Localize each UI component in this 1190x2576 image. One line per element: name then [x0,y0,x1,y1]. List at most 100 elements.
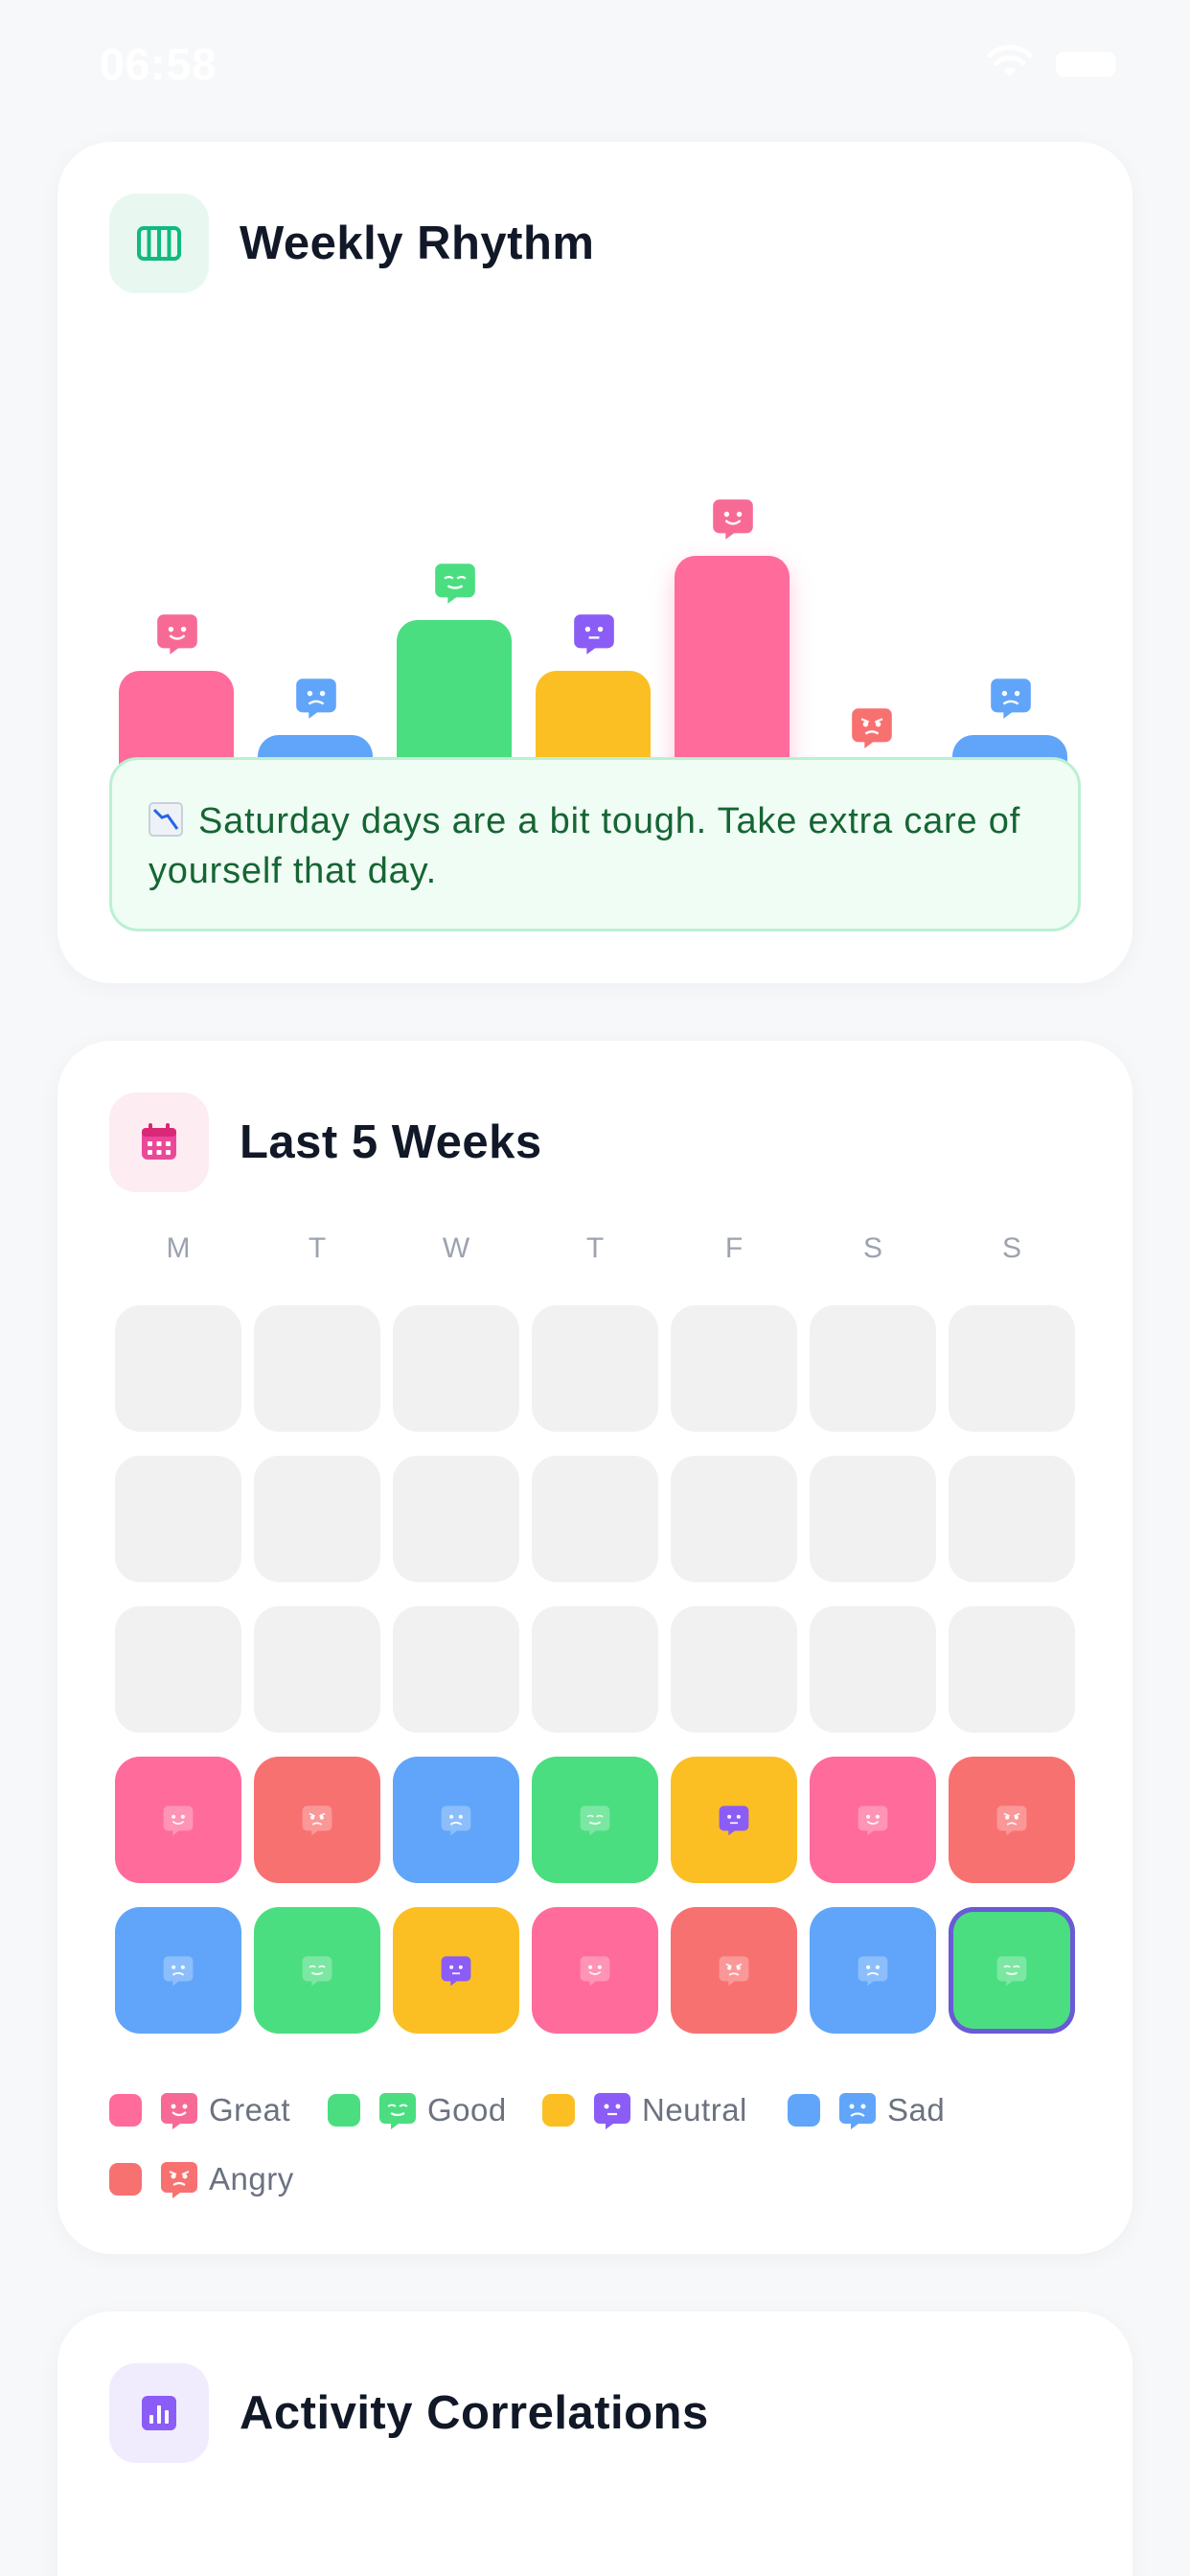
calendar-cell[interactable] [671,1757,797,1883]
angry-mood-icon [302,1806,332,1836]
sad-mood-icon [858,1956,888,1987]
calendar-cell [949,1456,1075,1582]
calendar-cell [393,1305,519,1432]
good-mood-icon [302,1956,332,1987]
calendar-cell[interactable] [115,1757,241,1883]
calendar-cell[interactable] [115,1907,241,2034]
good-mood-icon [378,2090,427,2130]
calendar-cell[interactable] [254,1907,380,2034]
activity-correlations-header: Activity Correlations [109,2363,709,2463]
weekly-rhythm-header: Weekly Rhythm [109,194,594,293]
calendar-cell[interactable] [532,1907,658,2034]
last-weeks-header: Last 5 Weeks [109,1092,542,1192]
neutral-mood-icon [572,611,616,656]
great-mood-icon [159,2090,209,2130]
calendar-cell [532,1456,658,1582]
status-bar: 06:58 [0,0,1190,125]
legend-label: Neutral [642,2092,747,2128]
calendar-cell [949,1305,1075,1432]
weekly-rhythm-title: Weekly Rhythm [240,218,595,269]
calendar-cell [393,1456,519,1582]
weekly-rhythm-card: Weekly Rhythm MonTueWedThuFriSatSun Satu… [57,142,1133,983]
calendar-cell [532,1305,658,1432]
calendar-cell[interactable] [949,1907,1075,2034]
status-time: 06:58 [100,39,217,89]
legend-item-angry: Angry [109,2156,294,2202]
calendar-cell[interactable] [671,1907,797,2034]
calendar-cell[interactable] [810,1907,936,2034]
calendar-cell [671,1456,797,1582]
legend-swatch [788,2094,820,2127]
great-mood-icon [580,1956,610,1987]
calendar-cell[interactable] [393,1907,519,2034]
calendar-cell [115,1456,241,1582]
bar-column-tue: Tue [258,353,373,848]
great-mood-icon [163,1806,194,1836]
activity-correlations-title: Activity Correlations [240,2387,709,2439]
mood-bar[interactable] [675,556,790,786]
sad-mood-icon [989,676,1033,720]
neutral-mood-icon [592,2090,642,2130]
legend-label: Great [209,2092,291,2128]
calendar-cell [254,1606,380,1733]
calendar-cell[interactable] [254,1757,380,1883]
bar-column-fri: Fri [675,353,790,848]
bar-column-wed: Wed [397,353,512,848]
weekday-header: T [308,1232,327,1264]
legend-swatch [109,2163,142,2196]
calendar-cell [810,1305,936,1432]
good-mood-icon [996,1956,1027,1987]
sad-mood-icon [837,2090,887,2130]
angry-mood-icon [719,1956,749,1987]
calendar-cell[interactable] [393,1757,519,1883]
weekday-header: W [442,1232,470,1264]
angry-mood-icon [996,1806,1027,1836]
sad-mood-icon [441,1806,471,1836]
great-mood-icon [155,611,199,656]
calendar-cell[interactable] [810,1757,936,1883]
great-mood-icon [711,496,755,540]
neutral-mood-icon [441,1956,471,1987]
bar-column-sun: Sun [952,353,1067,848]
weekly-insight: Saturday days are a bit tough. Take extr… [109,757,1081,932]
last-weeks-title: Last 5 Weeks [240,1116,542,1168]
weekday-header: S [1001,1232,1021,1264]
great-mood-icon [858,1806,888,1836]
legend-label: Good [427,2092,507,2128]
calendar-cell[interactable] [949,1757,1075,1883]
bar-column-mon: Mon [119,353,234,848]
calendar-cell [115,1606,241,1733]
calendar-cell [949,1606,1075,1733]
bar-column-sat: Sat [813,353,928,848]
calendar-cell [393,1606,519,1733]
legend-label: Angry [209,2161,294,2196]
calendar-cell [810,1456,936,1582]
good-mood-icon [580,1806,610,1836]
legend-item-good: Good [328,2087,507,2133]
chart-decreasing-icon [149,802,183,837]
wifi-icon [987,44,1033,77]
weekday-header: S [862,1232,882,1264]
piano-keys-icon [109,194,209,293]
calendar-icon [109,1092,209,1192]
legend-swatch [109,2094,142,2127]
bar-column-thu: Thu [536,353,651,848]
weekday-header: F [724,1232,744,1264]
calendar-cell [115,1305,241,1432]
calendar-cell [810,1606,936,1733]
calendar-cell [532,1606,658,1733]
legend-swatch [328,2094,360,2127]
calendar-cell[interactable] [532,1757,658,1883]
activity-correlations-card: Activity Correlations [57,2312,1133,2576]
neutral-mood-icon [719,1806,749,1836]
legend-item-neutral: Neutral [542,2087,747,2133]
weekday-header: M [166,1232,191,1264]
calendar-cell [254,1305,380,1432]
calendar-cell [671,1606,797,1733]
last-weeks-card: Last 5 Weeks M T W T F S S Great Good Neutral Sad… [57,1041,1133,2254]
legend-item-great: Great [109,2087,290,2133]
good-mood-icon [433,561,477,605]
angry-mood-icon [159,2159,209,2199]
calendar-cell [254,1456,380,1582]
sad-mood-icon [163,1956,194,1987]
